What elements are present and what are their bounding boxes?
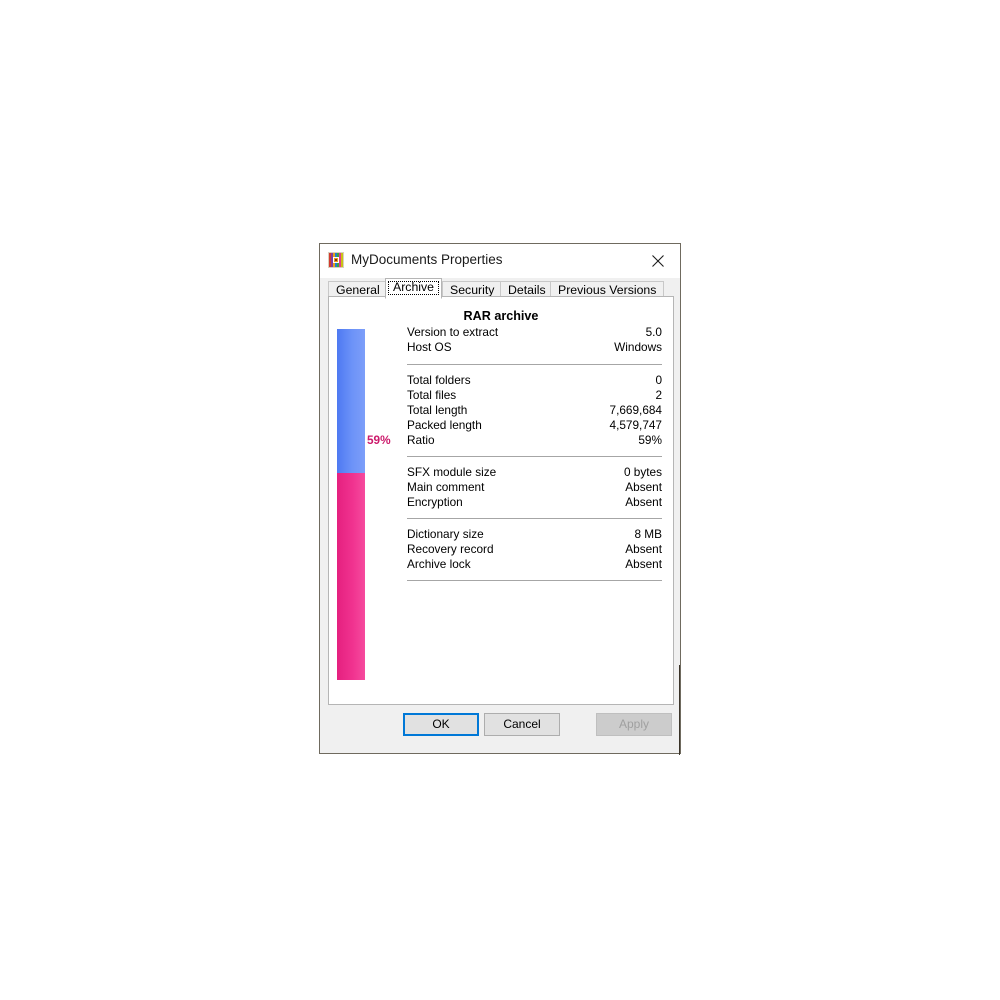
group-divider bbox=[407, 518, 662, 519]
tab-general[interactable]: General bbox=[328, 281, 388, 297]
row-key: Total folders bbox=[407, 373, 471, 387]
table-row: Version to extract 5.0 bbox=[407, 325, 662, 340]
cancel-button[interactable]: Cancel bbox=[484, 713, 560, 736]
table-row: Main comment Absent bbox=[407, 480, 662, 495]
row-value: 59% bbox=[638, 433, 662, 447]
row-value: Absent bbox=[625, 557, 662, 571]
row-key: Host OS bbox=[407, 340, 452, 354]
archive-info-panel: RAR archive 59% Version to extract 5.0 H… bbox=[328, 296, 674, 705]
table-row: SFX module size 0 bytes bbox=[407, 465, 662, 480]
window-edge-artifact bbox=[679, 665, 680, 755]
row-value: Absent bbox=[625, 495, 662, 509]
row-value: 4,579,747 bbox=[609, 418, 662, 432]
ratio-bar-packed-segment bbox=[337, 472, 365, 680]
table-row: Dictionary size 8 MB bbox=[407, 527, 662, 542]
table-row: Packed length 4,579,747 bbox=[407, 418, 662, 433]
table-row: Recovery record Absent bbox=[407, 542, 662, 557]
row-value: 2 bbox=[655, 388, 662, 402]
row-key: SFX module size bbox=[407, 465, 497, 479]
group-divider bbox=[407, 456, 662, 457]
row-value: 5.0 bbox=[645, 325, 662, 339]
tab-label: General bbox=[336, 283, 380, 297]
row-key: Dictionary size bbox=[407, 527, 484, 541]
table-row: Total folders 0 bbox=[407, 373, 662, 388]
row-key: Recovery record bbox=[407, 542, 494, 556]
apply-button: Apply bbox=[596, 713, 672, 736]
tab-strip: General Archive Security Details Previou… bbox=[320, 278, 680, 299]
compression-ratio-bar bbox=[337, 329, 365, 680]
table-row: Total files 2 bbox=[407, 388, 662, 403]
table-row: Ratio 59% bbox=[407, 433, 662, 448]
row-key: Main comment bbox=[407, 480, 485, 494]
row-key: Version to extract bbox=[407, 325, 499, 339]
close-icon[interactable] bbox=[635, 244, 680, 278]
row-value: 8 MB bbox=[634, 527, 662, 541]
row-value: 0 bytes bbox=[623, 465, 662, 479]
archive-properties-list: Version to extract 5.0 Host OS Windows T… bbox=[407, 325, 662, 589]
tab-label: Details bbox=[508, 283, 546, 297]
table-row: Total length 7,669,684 bbox=[407, 403, 662, 418]
tab-label: Previous Versions bbox=[558, 283, 657, 297]
row-key: Total files bbox=[407, 388, 457, 402]
row-key: Ratio bbox=[407, 433, 435, 447]
row-value: Absent bbox=[625, 480, 662, 494]
tab-previous-versions[interactable]: Previous Versions bbox=[550, 281, 665, 297]
ratio-bar-label: 59% bbox=[367, 433, 391, 447]
row-key: Packed length bbox=[407, 418, 482, 432]
row-value: 7,669,684 bbox=[609, 403, 662, 417]
tab-label: Security bbox=[450, 283, 495, 297]
properties-dialog: MyDocuments Properties General Archive S… bbox=[319, 243, 681, 754]
row-value: Absent bbox=[625, 542, 662, 556]
tab-details[interactable]: Details bbox=[500, 281, 554, 297]
table-row: Host OS Windows bbox=[407, 340, 662, 355]
ratio-bar-unpacked-segment bbox=[337, 329, 365, 473]
dialog-button-bar: OK Cancel Apply bbox=[320, 704, 680, 753]
tab-archive[interactable]: Archive bbox=[385, 278, 443, 299]
winrar-books-icon bbox=[328, 252, 344, 268]
window-title: MyDocuments Properties bbox=[351, 252, 503, 267]
archive-type-heading: RAR archive bbox=[463, 309, 539, 323]
group-divider bbox=[407, 364, 662, 365]
row-value: Windows bbox=[614, 340, 662, 354]
row-value: 0 bbox=[655, 373, 662, 387]
row-key: Total length bbox=[407, 403, 468, 417]
tab-security[interactable]: Security bbox=[442, 281, 503, 297]
group-divider bbox=[407, 580, 662, 581]
tab-label: Archive bbox=[393, 280, 435, 294]
row-key: Archive lock bbox=[407, 557, 471, 571]
row-key: Encryption bbox=[407, 495, 463, 509]
title-bar: MyDocuments Properties bbox=[320, 244, 680, 278]
table-row: Archive lock Absent bbox=[407, 557, 662, 572]
close-glyph bbox=[651, 255, 664, 267]
table-row: Encryption Absent bbox=[407, 495, 662, 510]
ok-button[interactable]: OK bbox=[403, 713, 479, 736]
